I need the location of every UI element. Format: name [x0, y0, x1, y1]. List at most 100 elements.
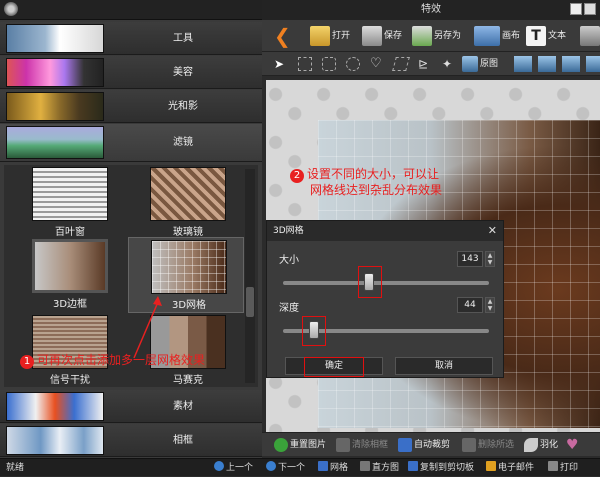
- category-tools[interactable]: 工具: [0, 22, 262, 55]
- category-label: 滤镜: [173, 137, 193, 148]
- heart-select-icon[interactable]: ♡: [370, 57, 384, 71]
- status-text: 就绪: [6, 463, 25, 473]
- save-as-button[interactable]: 另存为: [412, 24, 461, 48]
- feather-button[interactable]: 羽化: [524, 435, 558, 455]
- print-icon: [548, 461, 558, 471]
- window-restore-icon[interactable]: [570, 3, 582, 15]
- back-button[interactable]: ❮: [274, 24, 291, 48]
- histogram-icon: [360, 461, 370, 471]
- histogram-button[interactable]: 直方图: [360, 459, 399, 477]
- filter-3d-frame[interactable]: 3D边框: [10, 239, 126, 315]
- print-label: 打印: [560, 463, 579, 473]
- filter-thumbnail: [32, 167, 108, 221]
- size-knob-highlight: [358, 266, 382, 298]
- dialog-close-icon[interactable]: ✕: [488, 221, 497, 241]
- more-tools-button[interactable]: [580, 24, 600, 48]
- open-button[interactable]: 打开: [310, 24, 350, 48]
- ok-button-highlight: [304, 357, 364, 377]
- annotation-text-line-2: 网格线达到杂乱分布效果: [310, 183, 443, 197]
- copy-label: 复制到剪切板: [420, 463, 475, 473]
- copy-clipboard-button[interactable]: 复制到剪切板: [408, 459, 474, 477]
- window-close-icon[interactable]: [584, 3, 596, 15]
- category-filters[interactable]: 滤镜: [0, 124, 262, 162]
- size-spin-buttons[interactable]: ▲ ▼: [485, 251, 495, 267]
- save-button[interactable]: 保存: [362, 24, 402, 48]
- save-label: 保存: [384, 31, 403, 41]
- annotation-text: 可再次点击添加多一层网格效果: [37, 353, 206, 367]
- category-materials[interactable]: 素材: [0, 390, 262, 423]
- category-label: 素材: [173, 401, 193, 412]
- window-title: 特效: [421, 4, 441, 15]
- reset-image-button[interactable]: 重置图片: [274, 435, 326, 455]
- annotation-badge: 1: [20, 355, 34, 369]
- size-label: 大小: [279, 255, 299, 266]
- preset-thumb-icon[interactable]: [562, 56, 580, 72]
- next-label: 下一个: [278, 463, 306, 473]
- grid-toggle[interactable]: 网格: [318, 459, 348, 477]
- more-tools-icon: [580, 25, 600, 46]
- prev-button[interactable]: 上一个: [214, 459, 253, 477]
- filter-thumbnail: [150, 167, 226, 221]
- clear-label: 清除相框: [352, 440, 389, 450]
- filter-label: 玻璃镜: [173, 227, 203, 238]
- heart-shape-button[interactable]: ♥: [566, 435, 579, 455]
- magic-wand-icon[interactable]: ✦: [442, 57, 456, 71]
- status-bar: 就绪 上一个 下一个 网格 直方图 复制到剪切板 电子邮件 打印: [0, 458, 600, 476]
- category-light-shadow[interactable]: 光和影: [0, 90, 262, 123]
- feather-label: 羽化: [540, 440, 559, 450]
- lasso-select-icon[interactable]: ⊵: [418, 57, 432, 71]
- filter-label: 3D边框: [52, 299, 88, 310]
- category-thumbnail: [6, 58, 104, 87]
- filter-signal-noise[interactable]: 信号干扰: [10, 315, 126, 387]
- scrollbar-thumb[interactable]: [246, 287, 254, 317]
- ellipse-select-icon[interactable]: [346, 57, 360, 71]
- pointer-icon[interactable]: ➤: [274, 57, 288, 71]
- round-rect-select-icon[interactable]: [322, 57, 336, 71]
- auto-crop-button[interactable]: 自动裁剪: [398, 435, 450, 455]
- original-image-icon: [462, 55, 478, 72]
- filter-scrollbar[interactable]: [245, 169, 255, 383]
- original-image-button[interactable]: 原图: [462, 53, 498, 75]
- depth-spin-buttons[interactable]: ▲ ▼: [485, 297, 495, 313]
- category-frames[interactable]: 相框: [0, 424, 262, 457]
- annotation-note-1: 1 可再次点击添加多一层网格效果: [20, 352, 205, 369]
- size-value-input[interactable]: 143: [457, 251, 483, 267]
- preset-thumb-icon[interactable]: [538, 56, 556, 72]
- annotation-badge: 2: [290, 169, 304, 183]
- edit-toolbar: 重置图片 清除相框 自动裁剪 删除所选 羽化 ♥: [262, 432, 600, 456]
- size-slider-track[interactable]: [283, 281, 489, 285]
- open-label: 打开: [332, 31, 351, 41]
- email-button[interactable]: 电子邮件: [486, 459, 534, 477]
- print-button[interactable]: 打印: [548, 459, 578, 477]
- original-image-label: 原图: [480, 59, 499, 69]
- depth-label: 深度: [279, 303, 299, 314]
- category-label: 美容: [173, 67, 193, 78]
- next-button[interactable]: 下一个: [266, 459, 305, 477]
- delete-selection-button[interactable]: 删除所选: [462, 435, 514, 455]
- autocrop-label: 自动裁剪: [414, 440, 451, 450]
- filter-glass[interactable]: 玻璃镜: [128, 167, 244, 243]
- category-label: 工具: [173, 33, 193, 44]
- canvas-button[interactable]: 画布: [474, 24, 520, 48]
- folder-open-icon: [310, 25, 330, 46]
- filter-label: 信号干扰: [50, 375, 90, 386]
- email-label: 电子邮件: [498, 463, 535, 473]
- rect-select-icon[interactable]: [298, 57, 312, 71]
- window-titlebar: 特效: [262, 0, 600, 20]
- polygon-select-icon[interactable]: [392, 57, 410, 71]
- clipboard-icon: [408, 461, 418, 471]
- canvas-icon: [474, 25, 500, 46]
- text-button[interactable]: T 文本: [526, 24, 566, 48]
- category-beauty[interactable]: 美容: [0, 56, 262, 89]
- histogram-label: 直方图: [372, 463, 400, 473]
- filter-blinds[interactable]: 百叶窗: [10, 167, 126, 243]
- depth-value-input[interactable]: 44: [457, 297, 483, 313]
- cancel-button[interactable]: 取消: [395, 357, 493, 375]
- filter-label: 百叶窗: [55, 227, 85, 238]
- preset-thumb-icon[interactable]: [586, 56, 600, 72]
- category-thumbnail: [6, 92, 104, 121]
- depth-knob-highlight: [302, 316, 326, 346]
- preset-thumb-icon[interactable]: [514, 56, 532, 72]
- clear-frame-button[interactable]: 清除相框: [336, 435, 388, 455]
- category-label: 相框: [173, 435, 193, 446]
